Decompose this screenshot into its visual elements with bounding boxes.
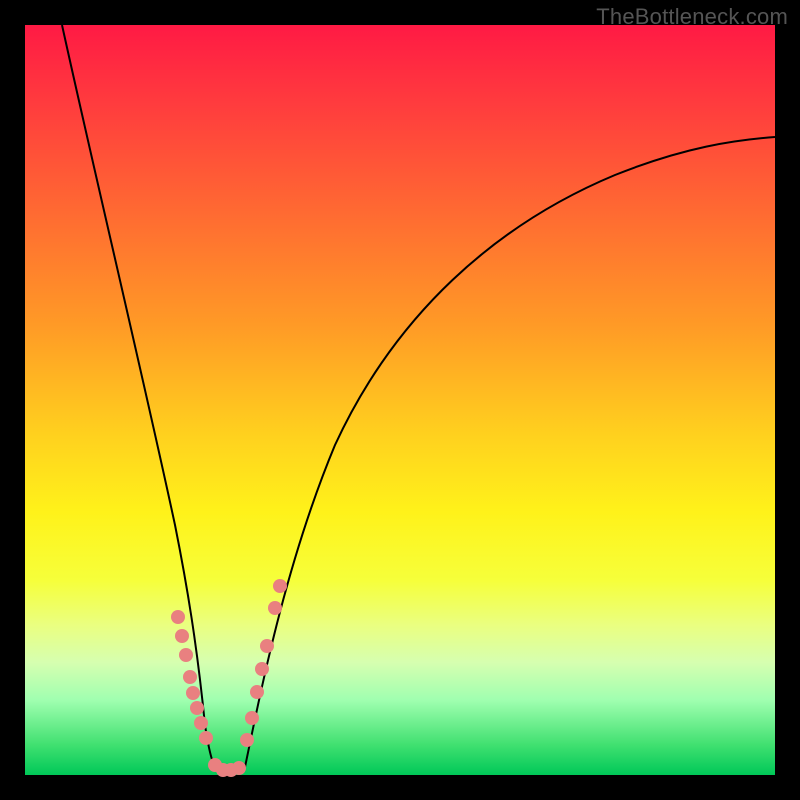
marker-dot xyxy=(171,610,185,624)
marker-dot xyxy=(260,639,274,653)
marker-dot xyxy=(245,711,259,725)
marker-group xyxy=(171,579,287,777)
marker-dot xyxy=(194,716,208,730)
curve-right-branch xyxy=(245,137,775,767)
marker-dot xyxy=(179,648,193,662)
marker-dot xyxy=(175,629,189,643)
watermark-text: TheBottleneck.com xyxy=(596,4,788,30)
marker-dot xyxy=(199,731,213,745)
plot-area xyxy=(25,25,775,775)
marker-dot xyxy=(273,579,287,593)
marker-dot xyxy=(250,685,264,699)
outer-frame: TheBottleneck.com xyxy=(0,0,800,800)
marker-dot xyxy=(240,733,254,747)
marker-dot xyxy=(183,670,197,684)
marker-dot xyxy=(268,601,282,615)
marker-dot xyxy=(190,701,204,715)
marker-dot xyxy=(232,761,246,775)
marker-dot xyxy=(186,686,200,700)
marker-dot xyxy=(255,662,269,676)
chart-svg xyxy=(25,25,775,775)
